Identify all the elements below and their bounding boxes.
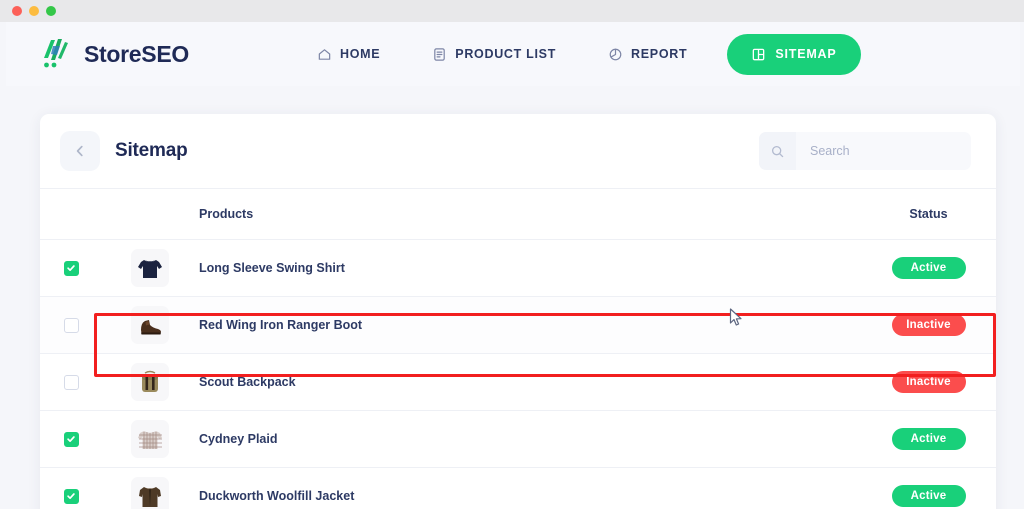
- sitemap-grid-icon: [751, 47, 766, 62]
- row-name-cell: Scout Backpack: [197, 373, 861, 391]
- home-icon: [317, 47, 332, 62]
- chevron-left-icon: [72, 143, 88, 159]
- product-thumbnail-brown-wool-jacket: [130, 477, 169, 509]
- row-thumbnail-cell: [102, 249, 197, 287]
- product-name: Scout Backpack: [199, 375, 296, 389]
- search-icon[interactable]: [759, 132, 796, 170]
- brand-name: StoreSEO: [84, 40, 189, 67]
- row-thumbnail-cell: [102, 420, 197, 458]
- storeseo-logo-icon: [34, 34, 74, 74]
- header-status-label: Status: [909, 207, 948, 221]
- header-status-cell: Status: [861, 207, 996, 221]
- row-name-cell: Duckworth Woolfill Jacket: [197, 487, 861, 505]
- report-chart-icon: [608, 47, 623, 62]
- window-chrome: [0, 0, 1024, 22]
- nav-item-report[interactable]: REPORT: [582, 47, 713, 62]
- header-products-label: Products: [199, 207, 254, 221]
- product-thumbnail-tan-canvas-backpack: [130, 363, 169, 401]
- back-button[interactable]: [60, 131, 100, 171]
- row-thumbnail-cell: [102, 363, 197, 401]
- window-close-button[interactable]: [12, 6, 22, 16]
- table-row[interactable]: Scout Backpack Inactive: [40, 354, 996, 411]
- app-root: StoreSEO HOME PRODUCT LIST REPORT SITEMA…: [0, 0, 1024, 509]
- page-title: Sitemap: [115, 140, 188, 161]
- status-badge: Inactive: [891, 371, 966, 393]
- nav-links: HOME PRODUCT LIST REPORT SITEMAP: [291, 33, 861, 75]
- nav-item-report-label: REPORT: [631, 47, 688, 61]
- row-checkbox-cell: [40, 488, 102, 504]
- window-maximize-button[interactable]: [46, 6, 56, 16]
- row-thumbnail-cell: [102, 306, 197, 344]
- row-checkbox-cell: [40, 374, 102, 390]
- card-header: Sitemap: [40, 114, 996, 189]
- sitemap-button-label: SITEMAP: [775, 47, 837, 61]
- row-name-cell: Red Wing Iron Ranger Boot: [197, 316, 861, 334]
- header-products-cell: Products: [197, 205, 861, 223]
- nav-item-product-list[interactable]: PRODUCT LIST: [406, 47, 582, 62]
- row-checkbox[interactable]: [63, 431, 79, 447]
- browser-viewport: StoreSEO HOME PRODUCT LIST REPORT SITEMA…: [6, 22, 1020, 509]
- nav-item-product-list-label: PRODUCT LIST: [455, 47, 557, 61]
- sitemap-button[interactable]: SITEMAP: [727, 33, 861, 75]
- row-checkbox-cell: [40, 317, 102, 333]
- search-input[interactable]: [796, 132, 971, 170]
- table-row[interactable]: Red Wing Iron Ranger Boot Inactive: [40, 297, 996, 354]
- row-status-cell: Active: [861, 257, 996, 279]
- document-list-icon: [432, 47, 447, 62]
- product-name: Red Wing Iron Ranger Boot: [199, 318, 363, 332]
- row-status-cell: Inactive: [861, 314, 996, 336]
- nav-item-home-label: HOME: [339, 47, 381, 61]
- status-badge: Active: [891, 428, 966, 450]
- row-thumbnail-cell: [102, 477, 197, 509]
- row-checkbox-cell: [40, 260, 102, 276]
- search-box[interactable]: [759, 132, 971, 170]
- row-checkbox[interactable]: [63, 317, 79, 333]
- row-status-cell: Active: [861, 428, 996, 450]
- row-checkbox[interactable]: [63, 374, 79, 390]
- sitemap-card: Sitemap Products: [40, 114, 996, 509]
- nav-item-home[interactable]: HOME: [291, 47, 406, 62]
- product-thumbnail-navy-long-sleeve-shirt: [130, 249, 169, 287]
- row-checkbox[interactable]: [63, 488, 79, 504]
- product-name: Cydney Plaid: [199, 432, 278, 446]
- top-navigation-bar: StoreSEO HOME PRODUCT LIST REPORT SITEMA…: [6, 22, 1020, 86]
- row-checkbox[interactable]: [63, 260, 79, 276]
- product-name: Long Sleeve Swing Shirt: [199, 261, 345, 275]
- status-badge: Active: [891, 257, 966, 279]
- row-checkbox-cell: [40, 431, 102, 447]
- row-name-cell: Long Sleeve Swing Shirt: [197, 259, 861, 277]
- table-header-row: Products Status: [40, 189, 996, 240]
- status-badge: Inactive: [891, 314, 966, 336]
- product-thumbnail-plaid-flannel-shirt: [130, 420, 169, 458]
- product-name: Duckworth Woolfill Jacket: [199, 489, 355, 503]
- row-status-cell: Active: [861, 485, 996, 507]
- row-status-cell: Inactive: [861, 371, 996, 393]
- product-thumbnail-brown-leather-boot: [130, 306, 169, 344]
- table-row[interactable]: Long Sleeve Swing Shirt Active: [40, 240, 996, 297]
- row-name-cell: Cydney Plaid: [197, 430, 861, 448]
- table-row[interactable]: Cydney Plaid Active: [40, 411, 996, 468]
- brand-logo[interactable]: StoreSEO: [34, 34, 189, 74]
- status-badge: Active: [891, 485, 966, 507]
- table-row[interactable]: Duckworth Woolfill Jacket Active: [40, 468, 996, 509]
- window-minimize-button[interactable]: [29, 6, 39, 16]
